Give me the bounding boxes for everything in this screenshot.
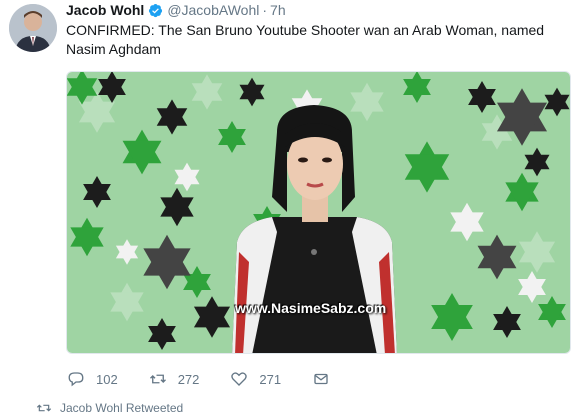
author-name[interactable]: Jacob Wohl bbox=[66, 2, 144, 18]
retweet-count: 272 bbox=[177, 371, 200, 387]
envelope-icon bbox=[314, 373, 328, 385]
header-separator: · bbox=[262, 2, 268, 18]
like-button[interactable]: 271 bbox=[229, 370, 281, 388]
retweeted-context: Jacob Wohl Retweeted bbox=[36, 401, 183, 415]
tweet-text: CONFIRMED: The San Bruno Youtube Shooter… bbox=[66, 22, 545, 57]
author-avatar[interactable] bbox=[9, 4, 57, 52]
retweet-button[interactable]: 272 bbox=[148, 370, 200, 388]
verified-badge-icon bbox=[148, 3, 163, 18]
heart-icon bbox=[231, 372, 248, 386]
tweet-media[interactable]: www.NasimeSabz.com bbox=[66, 71, 571, 354]
reply-count: 102 bbox=[96, 371, 118, 387]
direct-message-button[interactable] bbox=[311, 370, 341, 388]
retweeted-label[interactable]: Jacob Wohl Retweeted bbox=[60, 401, 183, 415]
author-handle[interactable]: @JacobAWohl bbox=[167, 2, 259, 18]
reply-button[interactable]: 102 bbox=[66, 370, 118, 388]
tweet-timestamp[interactable]: 7h bbox=[270, 2, 286, 18]
media-watermark: www.NasimeSabz.com bbox=[235, 300, 387, 316]
reply-icon bbox=[68, 372, 84, 387]
tweet-actions: 102 272 271 bbox=[66, 368, 371, 390]
avatar-image bbox=[9, 4, 57, 52]
like-count: 271 bbox=[259, 371, 282, 387]
tweet-header: Jacob Wohl @JacobAWohl · 7h bbox=[66, 0, 286, 20]
retweet-icon bbox=[149, 374, 166, 384]
retweet-icon bbox=[36, 404, 52, 412]
